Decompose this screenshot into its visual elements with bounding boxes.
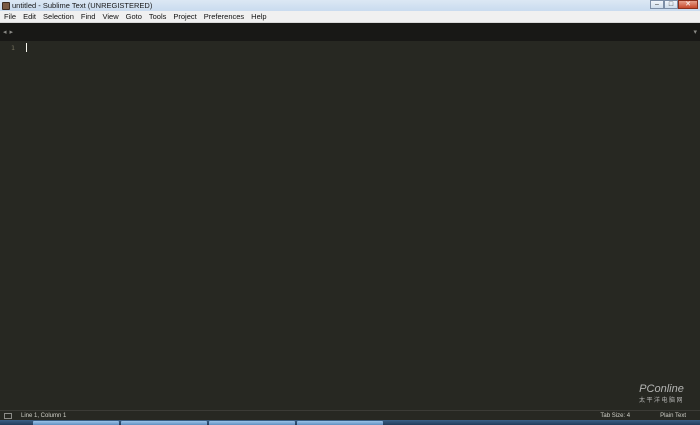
tab-prev-icon[interactable]: ◂ [3, 28, 7, 36]
menu-view[interactable]: View [102, 12, 118, 21]
watermark-logo: PConline 太平洋电脑网 [639, 383, 684, 404]
menu-preferences[interactable]: Preferences [204, 12, 244, 21]
menu-edit[interactable]: Edit [23, 12, 36, 21]
tab-bar: ◂ ▸ ▾ [0, 23, 700, 41]
taskbar-button[interactable] [297, 421, 383, 425]
tab-list-dropdown-icon[interactable]: ▾ [693, 28, 697, 36]
taskbar-button[interactable] [33, 421, 119, 425]
cursor-position: Line 1, Column 1 [21, 412, 67, 419]
close-button[interactable]: ✕ [678, 0, 698, 9]
window-controls: – □ ✕ [650, 0, 698, 9]
watermark-brand: PConline [639, 383, 684, 395]
menu-goto[interactable]: Goto [126, 12, 142, 21]
menu-tools[interactable]: Tools [149, 12, 167, 21]
minimize-button[interactable]: – [650, 0, 664, 9]
sublime-app-icon[interactable] [2, 1, 10, 10]
taskbar-button[interactable] [121, 421, 207, 425]
editor-area[interactable]: 1 PConline 太平洋电脑网 [0, 41, 700, 410]
line-number: 1 [11, 44, 15, 52]
menu-project[interactable]: Project [173, 12, 196, 21]
status-right-group: Tab Size: 4 Plain Text [600, 411, 700, 420]
title-bar: untitled - Sublime Text (UNREGISTERED) –… [0, 0, 700, 11]
menu-find[interactable]: Find [81, 12, 96, 21]
vertical-scrollbar[interactable] [691, 41, 700, 410]
menu-selection[interactable]: Selection [43, 12, 74, 21]
tab-next-icon[interactable]: ▸ [10, 28, 14, 36]
panel-toggle-icon[interactable] [4, 412, 12, 419]
tab-size-indicator[interactable]: Tab Size: 4 [600, 413, 630, 419]
window-title: untitled - Sublime Text (UNREGISTERED) [12, 1, 153, 10]
menu-help[interactable]: Help [251, 12, 266, 21]
syntax-indicator[interactable]: Plain Text [660, 413, 686, 419]
taskbar-button[interactable] [209, 421, 295, 425]
text-caret [26, 43, 27, 52]
os-taskbar [0, 420, 700, 425]
watermark-subtitle: 太平洋电脑网 [638, 398, 684, 404]
status-bar: Line 1, Column 1 Tab Size: 4 Plain Text [0, 410, 700, 420]
maximize-button[interactable]: □ [664, 0, 678, 9]
menu-bar: File Edit Selection Find View Goto Tools… [0, 11, 700, 23]
menu-file[interactable]: File [4, 12, 16, 21]
